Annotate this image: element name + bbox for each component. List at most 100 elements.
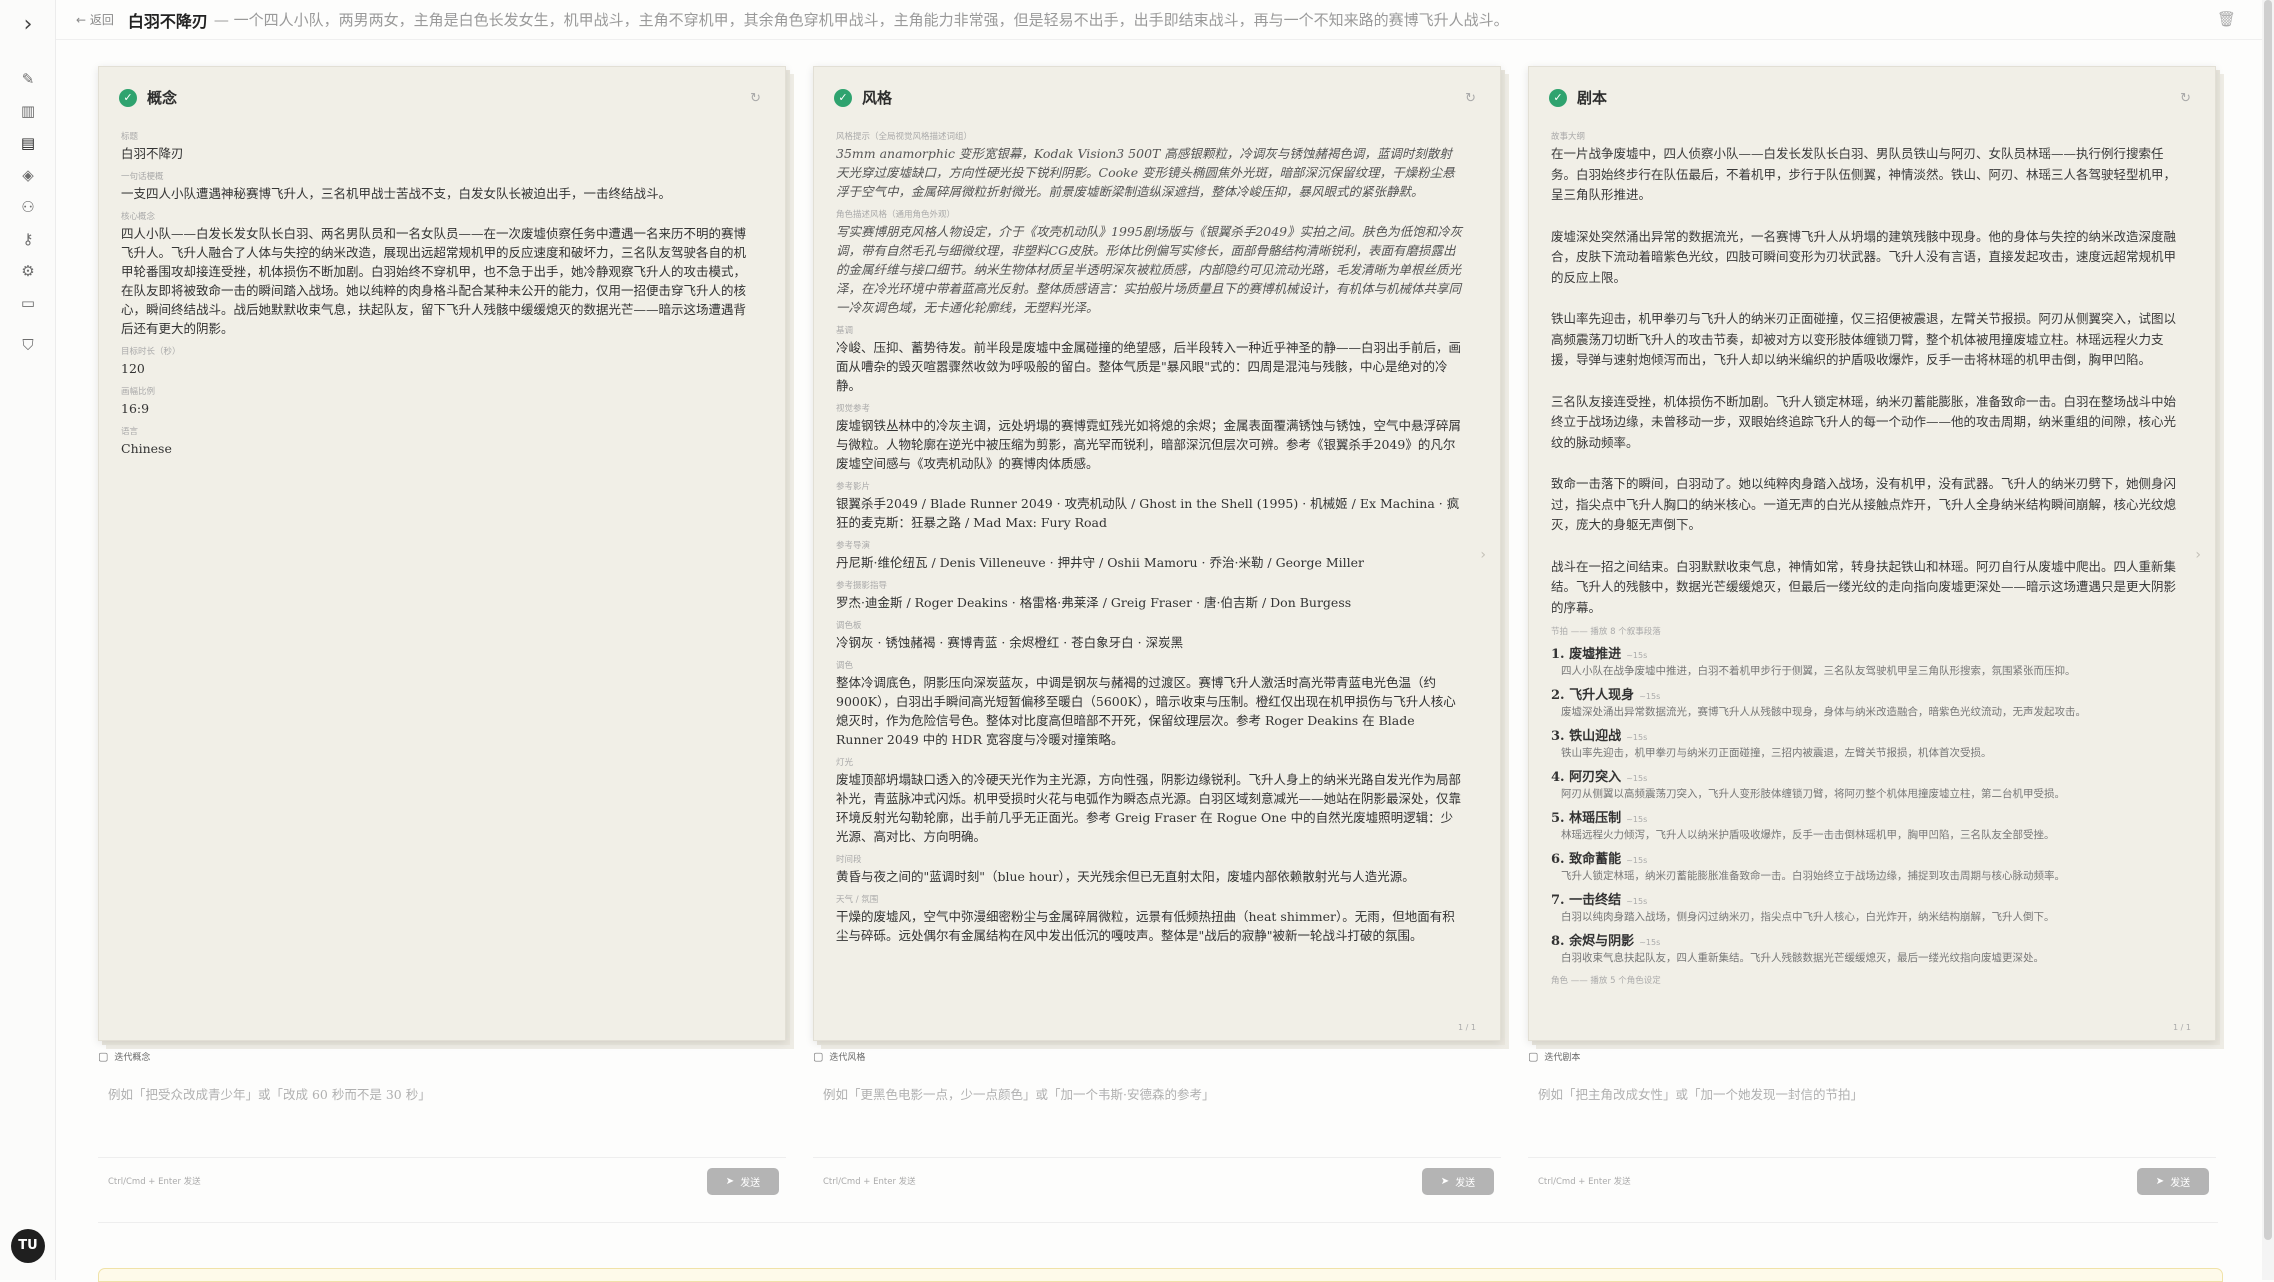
field-value: 写实赛博朋克风格人物设定，介于《攻壳机动队》1995剧场版与《银翼杀手2049》… [836, 224, 1463, 315]
field-label: 标题 [121, 132, 139, 142]
beat-title: 6. 致命蓄能 [1551, 852, 1622, 867]
beat-duration: ~15s [1626, 651, 1648, 660]
page-title: 白羽不降刃 [127, 11, 208, 31]
field-label: 灯光 [836, 758, 854, 768]
chevron-right-icon[interactable]: › [2195, 547, 2201, 563]
iterate-label-text: 迭代概念 [114, 1053, 151, 1063]
beat-desc: 飞升人锁定林瑶，纳米刃蓄能膨胀准备致命一击。白羽始终立于战场边缘，捕捉到攻击周期… [1561, 870, 2065, 882]
beat-title: 1. 废墟推进 [1551, 647, 1622, 662]
premise-text: — 一个四人小队，两男两女，主角是白色长发女生，机甲战斗，主角不穿机甲，其余角色… [213, 11, 1509, 29]
field-label: 基调 [836, 326, 854, 336]
beat-title: 4. 阿刃突入 [1551, 770, 1622, 785]
field-label: 调色板 [836, 621, 862, 631]
send-style-button[interactable]: ➤ 发送 [1422, 1168, 1494, 1195]
beat-item[interactable]: 6. 致命蓄能 ~15s 飞升人锁定林瑶，纳米刃蓄能膨胀准备致命一击。白羽始终立于… [1551, 848, 2179, 885]
avatar[interactable]: TU [11, 1229, 45, 1263]
beat-item[interactable]: 3. 铁山迎战 ~15s 铁山率先迎击，机甲拳刃与纳米刃正面碰撞，三招内被震退，左… [1551, 725, 2179, 762]
beat-title: 7. 一击终结 [1551, 893, 1622, 908]
field-value: 冷钢灰 · 锈蚀赭褐 · 赛博青蓝 · 余烬橙红 · 苍白象牙白 · 深炭黑 [836, 635, 1184, 650]
beat-item[interactable]: 7. 一击终结 ~15s 白羽以纯肉身踏入战场，侧身闪过纳米刃，指尖点中飞升人核心… [1551, 889, 2179, 926]
shortcut-hint: Ctrl/Cmd + Enter 发送 [108, 1177, 201, 1187]
field-label: 画幅比例 [121, 387, 156, 397]
send-label: 发送 [740, 1178, 761, 1189]
refresh-icon[interactable]: ↻ [750, 91, 761, 106]
beats-label: 节拍 —— 播放 8 个叙事段落 [1551, 627, 1661, 637]
send-concept-button[interactable]: ➤ 发送 [707, 1168, 779, 1195]
field-value: 四人小队——白发长发女队长白羽、两名男队员和一名女队员——在一次废墟侦察任务中遭… [121, 226, 747, 336]
iterate-concept-input[interactable] [98, 1072, 786, 1158]
folder-icon[interactable]: ▤ [17, 132, 39, 154]
field-value: 冷峻、压抑、蓄势待发。前半段是废墟中金属碰撞的绝望感，后半段转入一种近乎神圣的静… [836, 340, 1462, 393]
style-title: 风格 [862, 89, 893, 107]
scrollbar[interactable] [2262, 0, 2274, 1280]
beat-duration: ~15s [1626, 856, 1648, 865]
beat-duration: ~15s [1639, 938, 1661, 947]
shortcut-hint: Ctrl/Cmd + Enter 发送 [823, 1177, 916, 1187]
iterate-style-input[interactable] [813, 1072, 1501, 1158]
refresh-icon[interactable]: ↻ [2180, 91, 2191, 106]
chart-icon[interactable]: ▥ [17, 100, 39, 122]
field-label: 故事大纲 [1551, 132, 1586, 142]
beat-item[interactable]: 5. 林瑶压制 ~15s 林瑶远程火力倾泻，飞升人以纳米护盾吸收爆炸，反手一击击倒… [1551, 807, 2179, 844]
style-card: ✓ 风格 ↻ 风格提示（全局视觉风格描述词组） 35mm anamorphic … [813, 66, 1501, 1041]
script-column: ✓ 剧本 ↻ 故事大纲 在一片战争废墟中，四人侦察小队——白发长发队长白羽、男队… [1528, 66, 2216, 1041]
field-value: 整体冷调底色，阴影压向深炭蓝灰，中调是钢灰与赭褐的过渡区。赛博飞升人激活时高光带… [836, 675, 1456, 747]
users-icon[interactable]: ⚇ [17, 196, 39, 218]
expand-icon[interactable]: › [17, 14, 39, 36]
field-label: 语言 [121, 427, 139, 437]
shield-icon[interactable]: ⛉ [17, 334, 39, 356]
chevron-right-icon[interactable]: › [1480, 547, 1486, 563]
beat-title: 8. 余烬与阴影 [1551, 934, 1635, 949]
script-paragraph: 废墟深处突然涌出异常的数据流光，一名赛博飞升人从坍塌的建筑残骸中现身。他的身体与… [1551, 228, 2177, 285]
script-paragraph: 铁山率先迎击，机甲拳刃与飞升人的纳米刃正面碰撞，仅三招便被震退，左臂关节报损。阿… [1551, 311, 2177, 367]
beat-item[interactable]: 4. 阿刃突入 ~15s 阿刃从侧翼以高频震荡刀突入，飞升人变形肢体缠锁刀臂，将阿… [1551, 766, 2179, 803]
iterate-script-input[interactable] [1528, 1072, 2216, 1158]
beats-list: 1. 废墟推进 ~15s 四人小队在战争废墟中推进，白羽不着机甲步行于侧翼，三名队… [1551, 643, 2179, 967]
beat-desc: 铁山率先迎击，机甲拳刃与纳米刃正面碰撞，三招内被震退，左臂关节报损，机体首次受损… [1561, 747, 1992, 759]
iterate-label-text: 迭代剧本 [1544, 1053, 1581, 1063]
beat-duration: ~15s [1626, 897, 1648, 906]
beat-item[interactable]: 2. 飞升人现身 ~15s 废墟深处涌出异常数据流光，赛博飞升人从残骸中现身，身体… [1551, 684, 2179, 721]
field-label: 目标时长（秒） [121, 347, 181, 357]
check-icon: ✓ [1549, 88, 1567, 107]
field-label: 参考影片 [836, 482, 871, 492]
concept-column: ✓ 概念 ↻ 标题 白羽不降刃 一句话梗概 一支四人小队遭遇神秘赛博飞升人，三名… [98, 66, 786, 1041]
field-value: 120 [121, 361, 145, 376]
beat-duration: ~15s [1626, 733, 1648, 742]
beat-desc: 阿刃从侧翼以高频震荡刀突入，飞升人变形肢体缠锁刀臂，将阿刃整个机体甩撞废墟立柱，… [1561, 788, 2065, 800]
layers-icon[interactable]: ◈ [17, 164, 39, 186]
scrollbar-thumb[interactable] [2264, 0, 2272, 1240]
field-value: 黄昏与夜之间的"蓝调时刻"（blue hour），天光残余但已无直射太阳，废墟内… [836, 869, 1415, 884]
field-value: 银翼杀手2049 / Blade Runner 2049 · 攻壳机动队 / G… [836, 496, 1460, 530]
chat-icon: ▢ [98, 1050, 109, 1063]
send-label: 发送 [2170, 1178, 2191, 1189]
beat-item[interactable]: 8. 余烬与阴影 ~15s 白羽收束气息扶起队友，四人重新集结。飞升人残骸数据光芒… [1551, 930, 2179, 967]
card-icon[interactable]: ▭ [17, 292, 39, 314]
gear-icon[interactable]: ⚙ [17, 260, 39, 282]
refresh-icon[interactable]: ↻ [1465, 91, 1476, 106]
beat-title: 2. 飞升人现身 [1551, 688, 1635, 703]
field-value: 干燥的废墟风，空气中弥漫细密粉尘与金属碎屑微粒，远景有低频热扭曲（heat sh… [836, 909, 1455, 943]
page-indicator: 1 / 1 [2173, 1023, 2191, 1032]
beat-desc: 白羽收束气息扶起队友，四人重新集结。飞升人残骸数据光芒缓缓熄灭，最后一缕光纹指向… [1561, 952, 2044, 964]
divider [98, 1222, 2218, 1223]
beat-duration: ~15s [1626, 815, 1648, 824]
shortcut-hint: Ctrl/Cmd + Enter 发送 [1538, 1177, 1631, 1187]
wand-icon[interactable]: ✎ [17, 68, 39, 90]
beat-duration: ~15s [1639, 692, 1661, 701]
field-label: 一句话梗概 [121, 172, 164, 182]
script-paragraph: 三名队友接连受挫，机体损伤不断加剧。飞升人锁定林瑶，纳米刃蓄能膨胀，准备致命一击… [1551, 393, 2177, 450]
field-label: 参考摄影指导 [836, 581, 888, 591]
key-icon[interactable]: ⚷ [17, 228, 39, 250]
sidebar: › ✎ ▥ ▤ ◈ ⚇ ⚷ ⚙ ▭ ⛉ TU [0, 0, 56, 1280]
field-value: Chinese [121, 441, 172, 456]
field-label: 核心概念 [121, 212, 156, 222]
trash-icon[interactable]: 🗑 [2217, 10, 2236, 28]
beat-duration: ~15s [1626, 774, 1648, 783]
field-value: 16:9 [121, 401, 150, 416]
beat-item[interactable]: 1. 废墟推进 ~15s 四人小队在战争废墟中推进，白羽不着机甲步行于侧翼，三名队… [1551, 643, 2179, 680]
back-link[interactable]: ← 返回 [76, 11, 114, 28]
characters-label: 角色 —— 播放 5 个角色设定 [1551, 976, 1661, 986]
send-script-button[interactable]: ➤ 发送 [2137, 1168, 2209, 1195]
field-value: 罗杰·迪金斯 / Roger Deakins · 格雷格·弗莱泽 / Greig… [836, 595, 1352, 610]
